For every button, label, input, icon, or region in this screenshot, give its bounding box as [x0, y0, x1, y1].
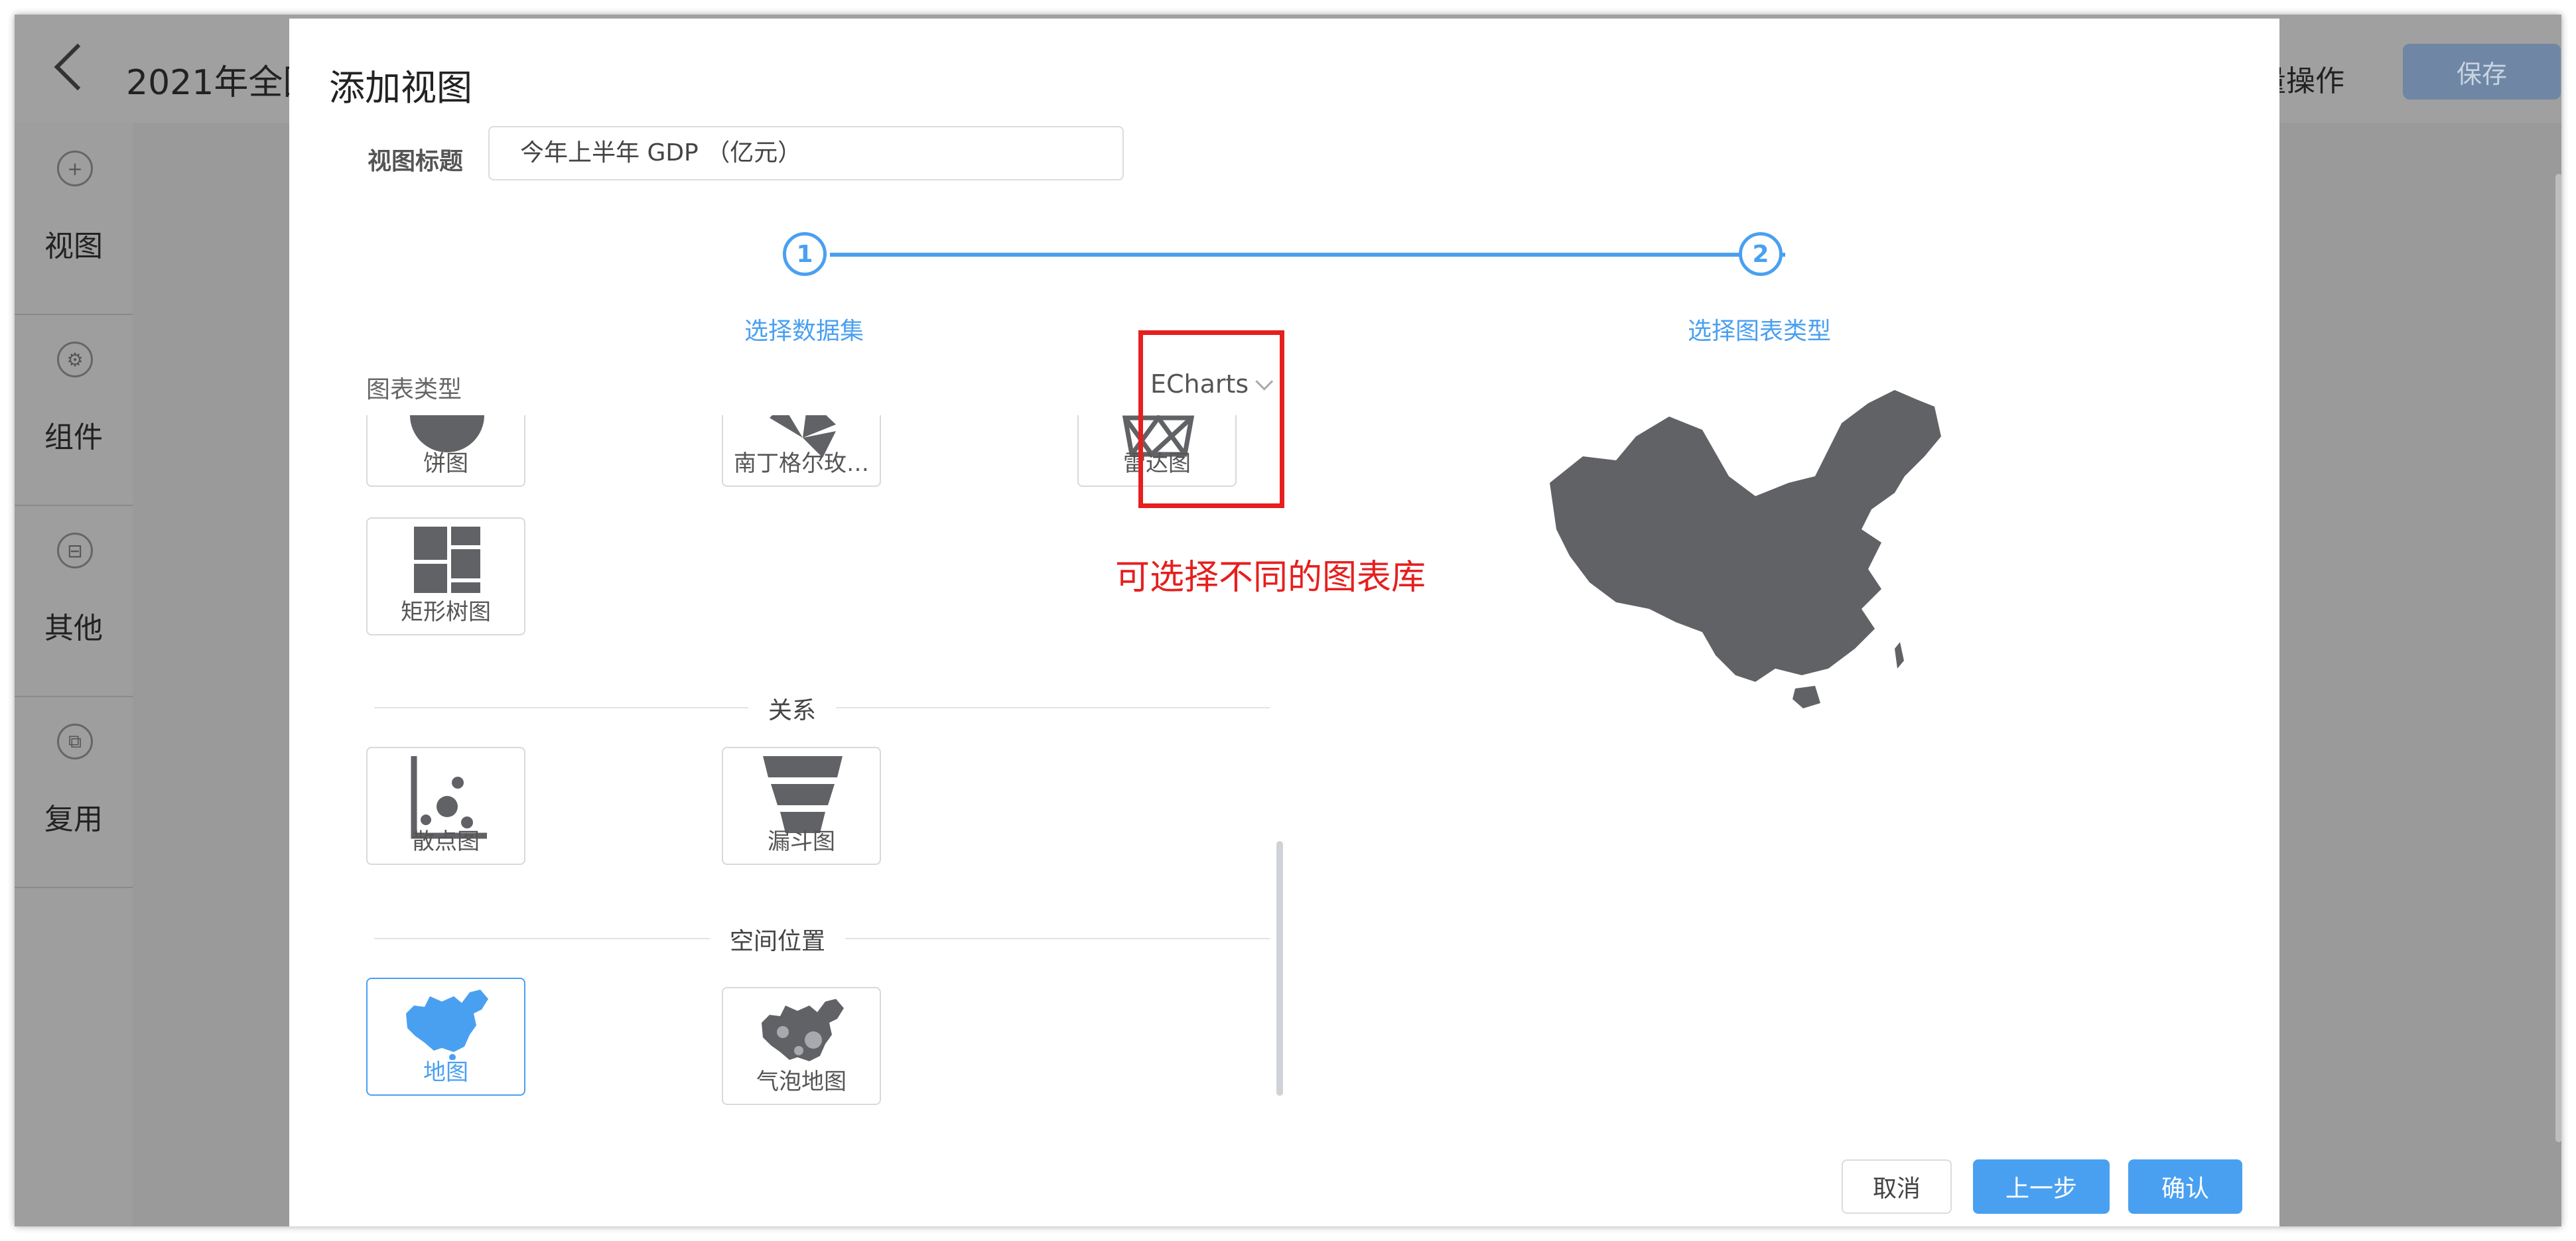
chart-list-scrollbar[interactable] [1276, 841, 1283, 1096]
sidebar-item-label: 复用 [44, 803, 103, 836]
sidebar-item-other[interactable]: ⊟ 其他 [15, 505, 133, 697]
back-arrow-icon[interactable] [54, 43, 102, 91]
sidebar-item-label: 其他 [44, 612, 103, 645]
page-scrollbar[interactable] [2555, 174, 2561, 1142]
copy-circle-icon: ⧉ [57, 724, 93, 759]
chart-card-map[interactable]: 地图 [366, 978, 525, 1096]
sidebar: + 视图 ⚙ 组件 ⊟ 其他 ⧉ 复用 [15, 123, 133, 1226]
china-map-icon [406, 990, 488, 1060]
view-title-label: 视图标题 [368, 148, 464, 175]
sidebar-item-view[interactable]: + 视图 [15, 123, 133, 315]
sidebar-item-reuse[interactable]: ⧉ 复用 [15, 696, 133, 888]
chart-card-bubble-map[interactable]: 气泡地图 [722, 987, 881, 1105]
chart-card-rose[interactable]: 南丁格尔玫… [722, 415, 881, 487]
confirm-button[interactable]: 确认 [2128, 1159, 2242, 1214]
step-1-circle[interactable]: 1 [783, 232, 827, 276]
chart-card-label: 南丁格尔玫… [734, 450, 869, 477]
chart-type-list: 饼图 南丁格尔玫… 雷达图 矩形树图 关系 散点图 漏斗图 空间位置 地图 气泡… [366, 415, 1554, 1138]
misc-circle-icon: ⊟ [57, 533, 93, 568]
sidebar-item-component[interactable]: ⚙ 组件 [15, 314, 133, 506]
save-button[interactable]: 保存 [2403, 44, 2561, 99]
chart-card-pie[interactable]: 饼图 [366, 415, 525, 487]
step-progress-line [830, 253, 1785, 257]
chart-card-label: 漏斗图 [768, 828, 835, 855]
chart-card-scatter[interactable]: 散点图 [366, 747, 525, 865]
treemap-chart-icon [414, 527, 480, 593]
chart-card-treemap[interactable]: 矩形树图 [366, 517, 525, 635]
plus-circle-icon: + [57, 151, 93, 186]
bubble-map-icon [762, 999, 844, 1061]
chart-card-label: 饼图 [423, 450, 468, 477]
cancel-button[interactable]: 取消 [1842, 1159, 1952, 1214]
previous-step-button[interactable]: 上一步 [1973, 1159, 2110, 1214]
add-view-dialog: 添加视图 视图标题 今年上半年 GDP （亿元） 1 选择数据集 2 选择图表类… [289, 19, 2279, 1226]
chart-card-funnel[interactable]: 漏斗图 [722, 747, 881, 865]
step-2-circle[interactable]: 2 [1739, 232, 1783, 276]
annotation-highlight-box [1138, 330, 1284, 508]
chart-card-label: 气泡地图 [756, 1069, 847, 1095]
step-1-label[interactable]: 选择数据集 [744, 312, 864, 346]
annotation-text: 可选择不同的图表库 [1115, 558, 1426, 598]
chart-type-label: 图表类型 [366, 376, 462, 403]
chart-card-label: 散点图 [412, 828, 480, 855]
chart-card-label: 矩形树图 [401, 599, 491, 625]
group-title-spatial: 空间位置 [710, 922, 846, 956]
gear-circle-icon: ⚙ [57, 342, 93, 377]
step-2-label[interactable]: 选择图表类型 [1688, 312, 1831, 346]
view-title-input[interactable]: 今年上半年 GDP （亿元） [488, 126, 1124, 180]
map-preview [1550, 390, 1941, 708]
sidebar-item-label: 视图 [44, 229, 103, 263]
dialog-title: 添加视图 [329, 67, 472, 109]
chart-card-label: 地图 [423, 1059, 468, 1086]
group-title-relation: 关系 [748, 691, 837, 726]
sidebar-item-label: 组件 [44, 421, 103, 454]
